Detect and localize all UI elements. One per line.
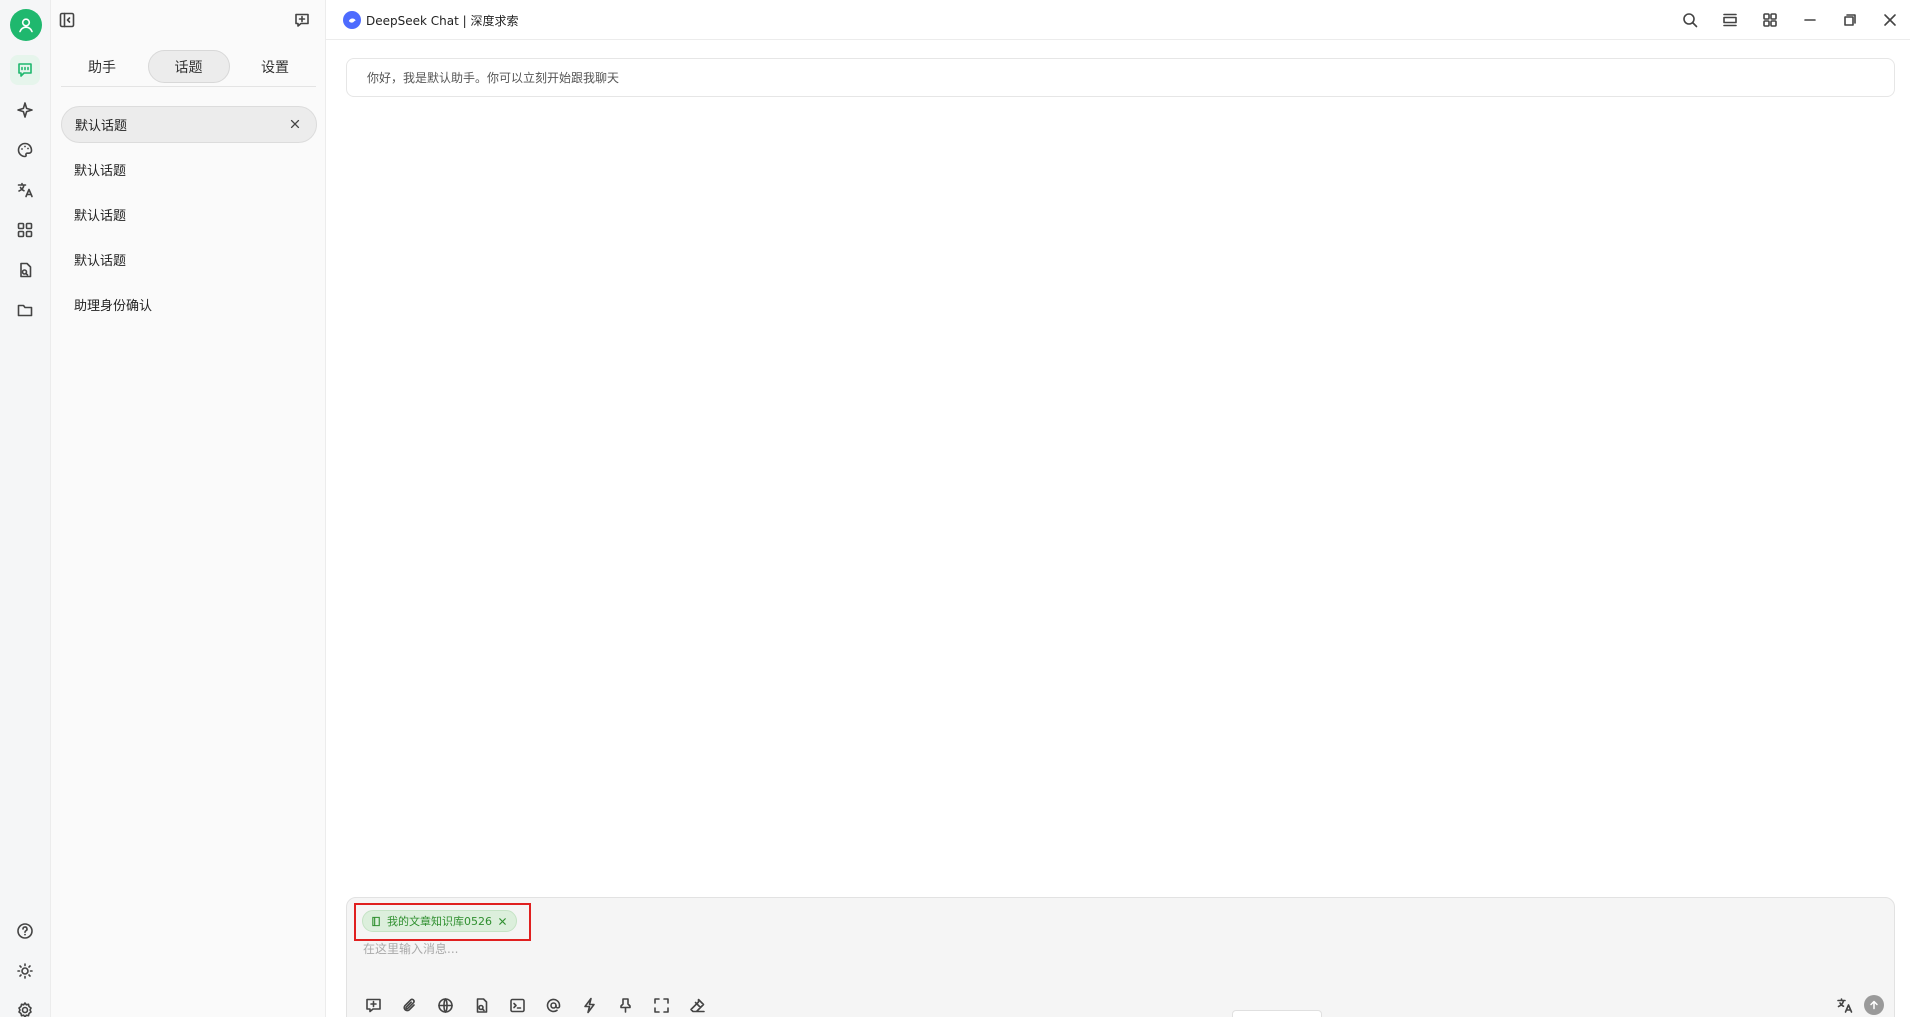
message-composer: 我的文章知识库0526 <box>346 897 1895 1017</box>
mcp-tool[interactable] <box>503 991 531 1017</box>
at-icon <box>546 998 560 1012</box>
rail-apps-button[interactable] <box>10 215 40 245</box>
rail-theme-button[interactable] <box>10 956 40 986</box>
avatar[interactable] <box>10 9 42 41</box>
topic-label: 默认话题 <box>74 164 127 179</box>
minimize-icon <box>1804 19 1816 21</box>
tab-assistant[interactable]: 助手 <box>61 50 143 83</box>
mention-model-tool[interactable] <box>539 991 567 1017</box>
translate-tool[interactable] <box>1830 991 1858 1017</box>
folder-icon <box>17 304 33 317</box>
rail-chat-button[interactable] <box>10 55 40 85</box>
topic-label: 默认话题 <box>74 254 127 269</box>
web-search-tool[interactable] <box>431 991 459 1017</box>
attach-file-tool[interactable] <box>395 991 423 1017</box>
new-topic-icon <box>365 998 381 1012</box>
file-search-icon <box>20 262 32 278</box>
palette-icon <box>17 142 33 158</box>
mini-apps-button[interactable] <box>1750 0 1790 40</box>
topic-item[interactable]: 默认话题 <box>61 241 317 278</box>
pin-icon <box>619 997 631 1013</box>
topic-list: 默认话题 默认话题 默认话题 默认话题 助理身份确认 <box>61 106 317 331</box>
sun-icon <box>17 963 33 979</box>
chat-area: DeepSeek Chat | 深度求索 你好，我是默认助手。你可以立刻开始跟我… <box>326 0 1910 1017</box>
knowledge-base-label: 我的文章知识库0526 <box>387 915 492 928</box>
window-controls <box>1670 0 1910 40</box>
assistant-greeting: 你好，我是默认助手。你可以立刻开始跟我聊天 <box>346 58 1895 97</box>
composer-right-tools <box>1830 991 1884 1017</box>
topic-item[interactable]: 默认话题 <box>61 196 317 233</box>
close-icon <box>1884 14 1896 26</box>
close-icon[interactable] <box>288 117 302 131</box>
sparkle-icon <box>17 102 33 118</box>
expand-tool[interactable] <box>647 991 675 1017</box>
icon-rail <box>0 0 51 1017</box>
search-icon <box>1683 13 1698 28</box>
topic-label: 默认话题 <box>74 209 127 224</box>
arrow-up-icon <box>1870 1000 1878 1010</box>
tab-settings[interactable]: 设置 <box>234 50 316 83</box>
terminal-icon <box>509 998 525 1012</box>
file-search-icon <box>476 997 487 1013</box>
panel-toolbar <box>51 0 326 40</box>
expand-icon <box>653 997 669 1013</box>
translate-icon <box>17 182 33 198</box>
topic-item[interactable]: 默认话题 <box>61 151 317 188</box>
new-topic-tool[interactable] <box>359 991 387 1017</box>
new-topic-icon <box>295 13 309 27</box>
layout-button[interactable] <box>1710 0 1750 40</box>
translate-icon <box>1836 997 1852 1013</box>
lightning-icon <box>583 997 595 1013</box>
clear-context-tool[interactable] <box>611 991 639 1017</box>
rail-paint-button[interactable] <box>10 135 40 165</box>
topic-item[interactable]: 助理身份确认 <box>61 286 317 323</box>
rail-files-button[interactable] <box>10 295 40 325</box>
sidebar-collapse-icon <box>59 12 75 28</box>
restore-icon <box>1844 14 1856 26</box>
topic-item[interactable]: 默认话题 <box>61 106 317 143</box>
knowledge-base-tool[interactable] <box>467 991 495 1017</box>
clear-messages-tool[interactable] <box>683 991 711 1017</box>
send-button[interactable] <box>1864 995 1884 1015</box>
apps-grid-icon <box>1763 13 1777 27</box>
rail-agents-button[interactable] <box>10 95 40 125</box>
rail-knowledge-button[interactable] <box>10 255 40 285</box>
rail-translate-button[interactable] <box>10 175 40 205</box>
toggle-sidebar-button[interactable] <box>56 9 78 31</box>
new-topic-button[interactable] <box>291 9 313 31</box>
topic-panel: 助手 话题 设置 默认话题 默认话题 默认话题 默认话题 助理身份确认 <box>51 0 326 1017</box>
layout-icon <box>1723 13 1737 27</box>
deepseek-logo-icon <box>343 11 361 29</box>
rail-help-button[interactable] <box>10 916 40 946</box>
topic-label: 默认话题 <box>75 119 128 134</box>
close-icon[interactable] <box>497 916 508 927</box>
app-window: 助手 话题 设置 默认话题 默认话题 默认话题 默认话题 助理身份确认 Deep… <box>0 0 1910 1017</box>
topic-label: 助理身份确认 <box>74 299 153 314</box>
knowledge-base-chip[interactable]: 我的文章知识库0526 <box>362 910 517 932</box>
window-title: DeepSeek Chat | 深度求索 <box>366 14 519 28</box>
title-bar: DeepSeek Chat | 深度求索 <box>326 0 1910 40</box>
composer-toolbar <box>359 991 711 1017</box>
chat-icon <box>18 63 32 77</box>
panel-tabs: 助手 话题 设置 <box>61 50 316 87</box>
book-icon <box>372 916 380 926</box>
composer-resize-handle[interactable] <box>1232 1010 1322 1017</box>
user-icon <box>19 18 33 33</box>
search-button[interactable] <box>1670 0 1710 40</box>
close-window-button[interactable] <box>1870 0 1910 40</box>
paperclip-icon <box>402 998 415 1011</box>
message-input[interactable] <box>363 939 1063 959</box>
eraser-icon <box>689 998 705 1012</box>
tab-topics[interactable]: 话题 <box>147 50 230 83</box>
minimize-button[interactable] <box>1790 0 1830 40</box>
rail-settings-button[interactable] <box>10 995 40 1017</box>
restore-button[interactable] <box>1830 0 1870 40</box>
settings-gear-icon <box>18 1002 32 1017</box>
quick-phrase-tool[interactable] <box>575 991 603 1017</box>
help-icon <box>17 923 33 939</box>
apps-grid-icon <box>17 222 33 238</box>
globe-icon <box>437 997 453 1013</box>
